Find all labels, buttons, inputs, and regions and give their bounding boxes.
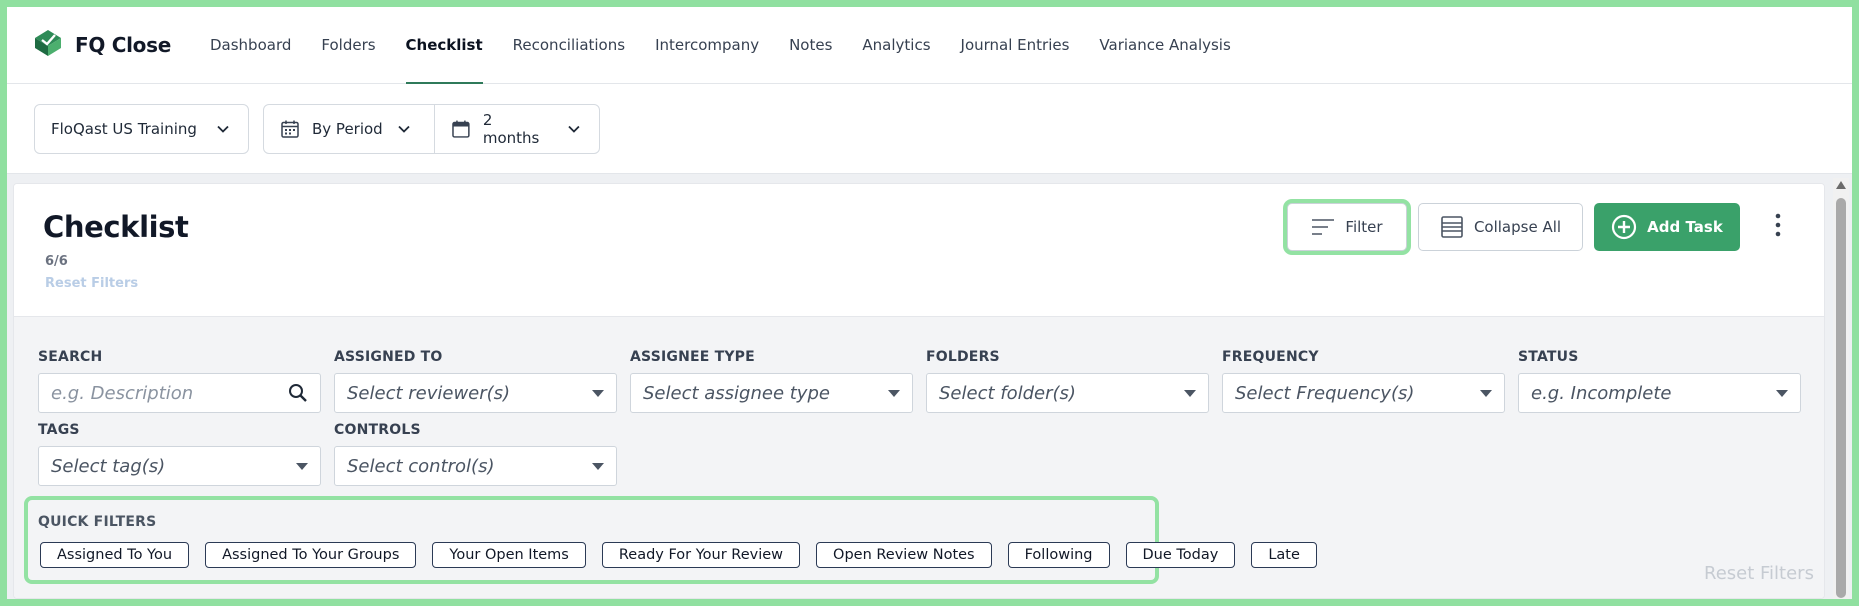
toolbar: FloQast US Training By Period 2 months [7,84,1852,174]
search-filter: SEARCH e.g. Description [38,349,321,413]
scroll-up-arrow-icon[interactable] [1836,181,1846,189]
folders-select[interactable]: Select folder(s) [926,373,1209,413]
reset-filters-button[interactable]: Reset Filters [1704,563,1814,584]
status-select[interactable]: e.g. Incomplete [1518,373,1801,413]
controls-placeholder: Select control(s) [347,455,495,477]
top-nav: FQ Close Dashboard Folders Checklist Rec… [7,7,1852,84]
floqast-logo-icon [33,28,63,62]
controls-label: CONTROLS [334,422,421,438]
nav-tab-analytics[interactable]: Analytics [847,7,945,84]
checklist-header: Checklist 6/6 Reset Filters Filter Colla… [14,184,1824,317]
plus-circle-icon [1612,214,1637,240]
assignee-type-label: ASSIGNEE TYPE [630,349,755,365]
nav-tab-notes[interactable]: Notes [774,7,847,84]
entity-select[interactable]: FloQast US Training [34,104,249,154]
quick-filter-assigned-to-your-groups[interactable]: Assigned To Your Groups [205,542,417,568]
assigned-to-label: ASSIGNED TO [334,349,443,365]
caret-down-icon [592,462,604,470]
add-task-button[interactable]: Add Task [1594,203,1740,251]
quick-filter-due-today[interactable]: Due Today [1125,542,1236,568]
folders-filter: FOLDERS Select folder(s) [926,349,1209,413]
filter-lines-icon [1312,219,1335,235]
folders-placeholder: Select folder(s) [939,382,1076,404]
quick-filter-late[interactable]: Late [1251,542,1317,568]
quick-filter-your-open-items[interactable]: Your Open Items [432,542,586,568]
frequency-filter: FREQUENCY Select Frequency(s) [1222,349,1505,413]
reset-filters-link[interactable]: Reset Filters [45,276,138,291]
calendar-icon [281,120,299,138]
status-label: STATUS [1518,349,1579,365]
entity-select-value: FloQast US Training [51,120,197,138]
chevron-down-icon [568,125,580,133]
collapse-all-label: Collapse All [1473,218,1562,236]
brand-name: FQ Close [75,33,171,57]
caret-down-icon [592,389,604,397]
assigned-to-filter: ASSIGNED TO Select reviewer(s) [334,349,617,413]
search-input[interactable]: e.g. Description [38,373,321,413]
controls-filter: CONTROLS Select control(s) [334,422,617,486]
calendar-icon [452,120,470,138]
assigned-to-select[interactable]: Select reviewer(s) [334,373,617,413]
nav-tab-journal-entries[interactable]: Journal Entries [946,7,1085,84]
quick-filters-label: QUICK FILTERS [38,514,157,530]
assignee-type-select[interactable]: Select assignee type [630,373,913,413]
quick-filter-ready-for-your-review[interactable]: Ready For Your Review [601,542,801,568]
quick-filters: QUICK FILTERS Assigned To You Assigned T… [24,496,1317,584]
nav-tab-checklist[interactable]: Checklist [391,7,498,84]
task-count: 6/6 [45,254,68,269]
view-select[interactable]: By Period [264,105,434,153]
collapse-all-button[interactable]: Collapse All [1418,203,1583,251]
quick-filter-chips: Assigned To You Assigned To Your Groups … [40,542,1317,568]
nav-tab-dashboard[interactable]: Dashboard [195,7,306,84]
nav-tab-variance-analysis[interactable]: Variance Analysis [1084,7,1245,84]
filter-panel: SEARCH e.g. Description ASSIGNED TO Sele… [14,317,1824,598]
search-icon [289,384,307,402]
collapse-list-icon [1441,216,1463,238]
add-task-label: Add Task [1647,218,1723,236]
tags-label: TAGS [38,422,80,438]
vertical-scrollbar[interactable] [1833,178,1849,599]
caret-down-icon [1184,389,1196,397]
filter-button-label: Filter [1345,218,1383,236]
nav-tab-folders[interactable]: Folders [306,7,390,84]
assigned-to-placeholder: Select reviewer(s) [347,382,511,404]
frequency-placeholder: Select Frequency(s) [1235,382,1415,404]
nav-tabs: Dashboard Folders Checklist Reconciliati… [195,7,1246,84]
view-select-value: By Period [312,120,383,138]
quick-filter-assigned-to-you[interactable]: Assigned To You [40,542,190,568]
folders-label: FOLDERS [926,349,1000,365]
tags-filter: TAGS Select tag(s) [38,422,321,486]
quick-filter-following[interactable]: Following [1007,542,1110,568]
frequency-label: FREQUENCY [1222,349,1319,365]
filter-button[interactable]: Filter [1287,203,1407,251]
checklist-panel: Checklist 6/6 Reset Filters Filter Colla… [13,183,1825,599]
search-label: SEARCH [38,349,103,365]
chevron-down-icon [398,125,410,133]
caret-down-icon [1776,389,1788,397]
search-placeholder: e.g. Description [51,382,194,404]
controls-select[interactable]: Select control(s) [334,446,617,486]
caret-down-icon [296,462,308,470]
range-select[interactable]: 2 months [434,105,599,153]
period-select-group: By Period 2 months [263,104,600,154]
status-placeholder: e.g. Incomplete [1531,382,1672,404]
frequency-select[interactable]: Select Frequency(s) [1222,373,1505,413]
more-options-icon[interactable] [1771,212,1785,238]
nav-tab-reconciliations[interactable]: Reconciliations [498,7,640,84]
brand[interactable]: FQ Close [33,28,171,62]
assignee-type-filter: ASSIGNEE TYPE Select assignee type [630,349,913,413]
tags-placeholder: Select tag(s) [51,455,166,477]
tags-select[interactable]: Select tag(s) [38,446,321,486]
chevron-down-icon [217,125,229,133]
scrollbar-thumb[interactable] [1836,198,1846,598]
quick-filter-open-review-notes[interactable]: Open Review Notes [816,542,992,568]
caret-down-icon [1480,389,1492,397]
range-select-value: 2 months [482,111,540,147]
page-title: Checklist [43,210,189,244]
nav-tab-intercompany[interactable]: Intercompany [640,7,774,84]
status-filter: STATUS e.g. Incomplete [1518,349,1801,413]
caret-down-icon [888,389,900,397]
assignee-type-placeholder: Select assignee type [643,382,830,404]
